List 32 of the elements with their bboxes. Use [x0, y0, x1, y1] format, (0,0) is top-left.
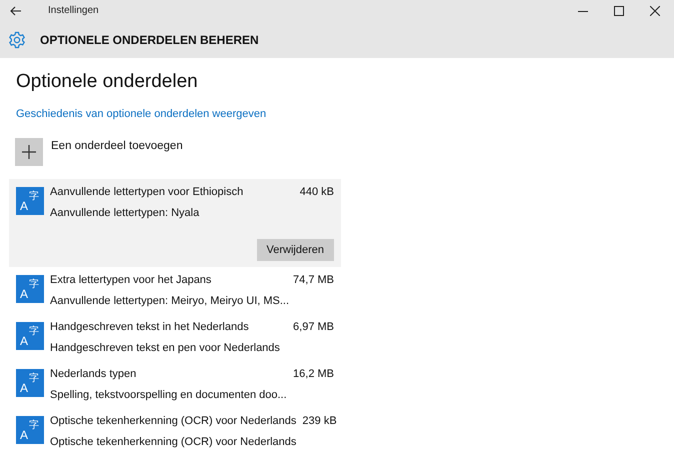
- back-arrow-icon[interactable]: [10, 6, 22, 16]
- maximize-icon[interactable]: [614, 6, 624, 16]
- feature-description: Aanvullende lettertypen: Nyala: [50, 206, 200, 221]
- feature-description: Optische tekenherkenning (OCR) voor Nederlands: [50, 435, 298, 450]
- page-title: Optionele onderdelen: [16, 70, 199, 94]
- language-icon: A 字: [16, 275, 44, 303]
- close-icon[interactable]: [650, 6, 660, 16]
- add-feature-label[interactable]: Een onderdeel toevoegen: [51, 140, 183, 152]
- feature-name: Nederlands typen: [50, 367, 136, 382]
- language-icon: A 字: [16, 322, 44, 350]
- feature-size: 16,2 MB: [293, 367, 334, 382]
- feature-item[interactable]: A 字 Aanvullende lettertypen voor Ethiopisch 440 kB Aanvullende lettertypen: Nyala Verwijderen: [9, 179, 341, 267]
- language-icon: A 字: [16, 187, 44, 215]
- add-icon[interactable]: [15, 138, 43, 166]
- feature-description: Handgeschreven tekst en pen voor Nederlands: [50, 341, 281, 356]
- feature-size: 440 kB: [300, 185, 334, 200]
- page-header-title: OPTIONELE ONDERDELEN BEHEREN: [40, 32, 259, 46]
- language-icon: A 字: [16, 369, 44, 397]
- feature-size: 6,97 MB: [293, 320, 334, 335]
- feature-name: Optische tekenherkenning (OCR) voor Nederlands: [50, 414, 296, 429]
- history-link[interactable]: Geschiedenis van optionele onderdelen weergeven: [16, 108, 266, 120]
- window-title: Instellingen: [48, 5, 99, 16]
- feature-name: Aanvullende lettertypen voor Ethiopisch: [50, 185, 244, 200]
- feature-description: Spelling, tekstvoorspelling en documenten doo...: [50, 388, 288, 403]
- feature-size: 239 kB: [302, 414, 337, 429]
- feature-name: Extra lettertypen voor het Japans: [50, 273, 212, 288]
- feature-size: 74,7 MB: [293, 273, 334, 288]
- language-icon: A 字: [16, 416, 44, 444]
- feature-description: Aanvullende lettertypen: Meiryo, Meiryo UI, MS...: [50, 294, 290, 309]
- settings-icon: [8, 30, 26, 48]
- remove-button[interactable]: Verwijderen: [256, 239, 334, 261]
- feature-name: Handgeschreven tekst in het Nederlands: [50, 320, 249, 335]
